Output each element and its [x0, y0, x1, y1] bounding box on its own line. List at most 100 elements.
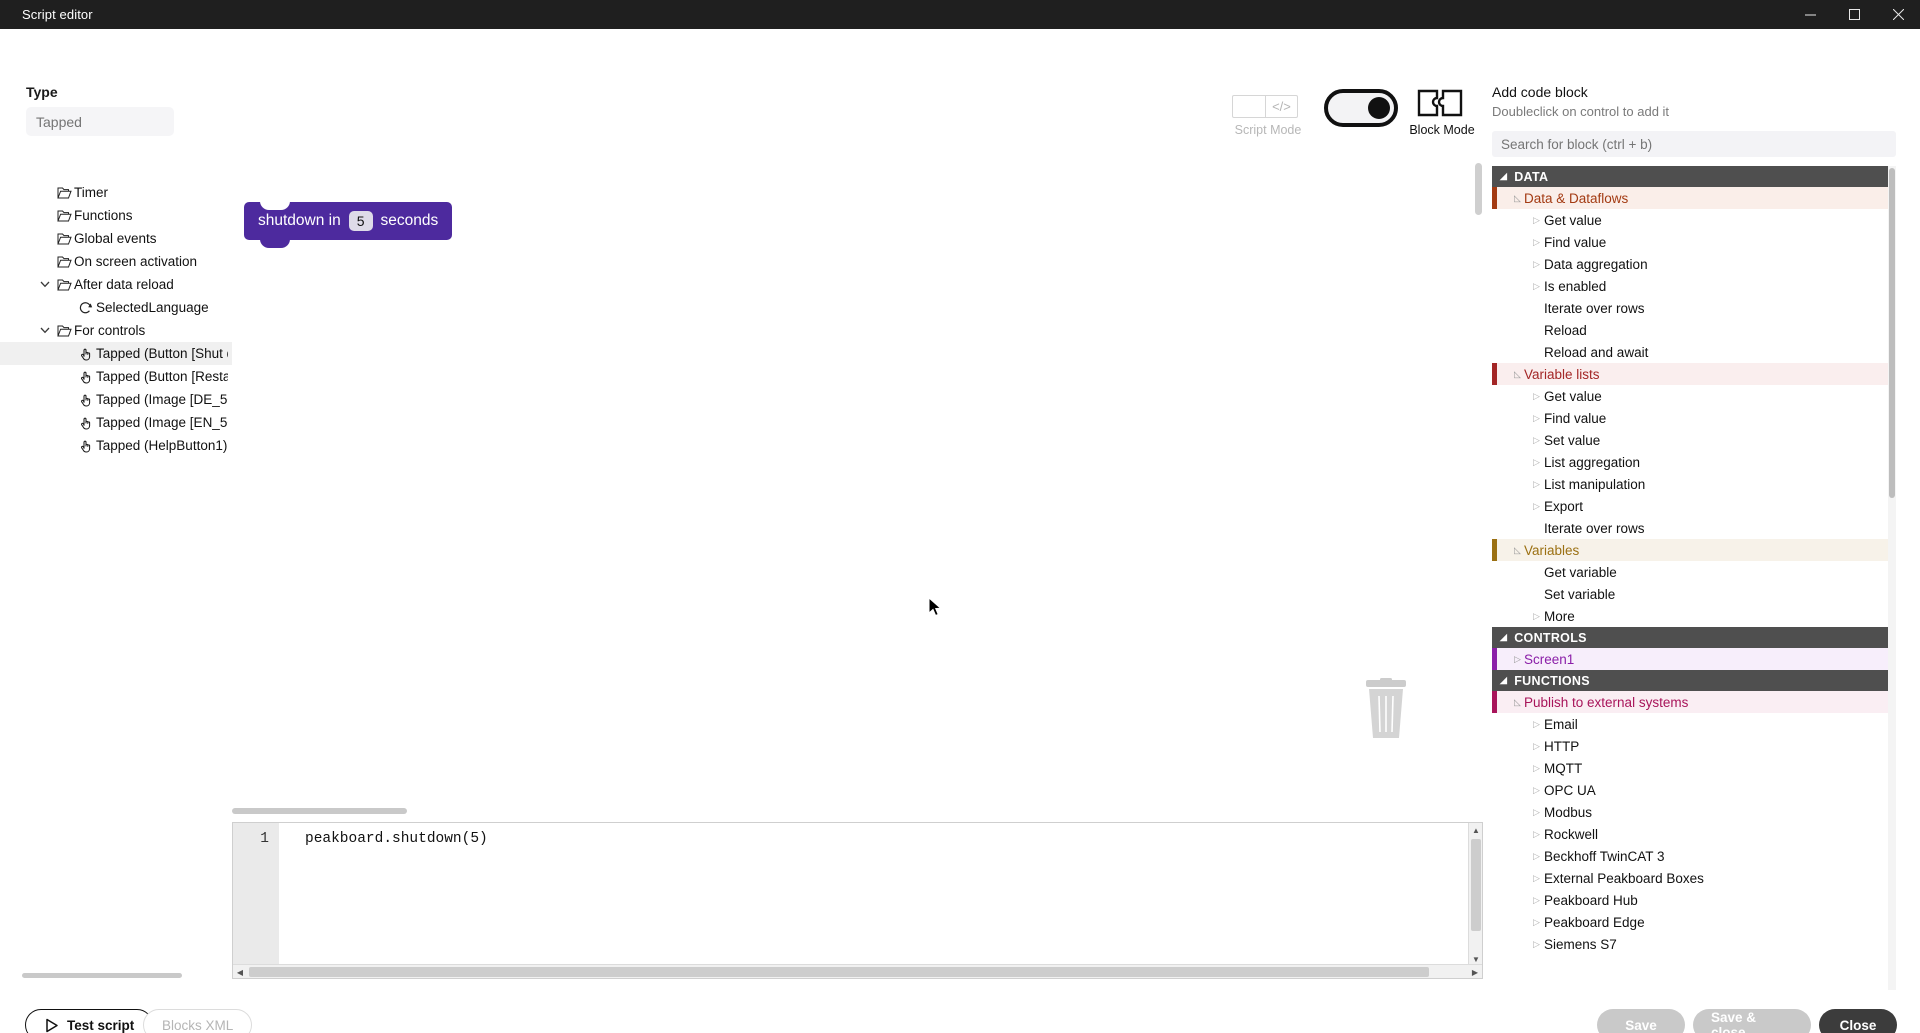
tree-horizontal-scrollbar[interactable]: [22, 973, 212, 981]
expand-arrow-icon[interactable]: ▷: [1533, 501, 1540, 512]
expand-arrow-icon[interactable]: ▷: [1533, 785, 1540, 796]
block-category[interactable]: ▷ Screen1: [1492, 648, 1896, 670]
trash-icon[interactable]: [1362, 678, 1410, 740]
block-item[interactable]: Get variable: [1492, 561, 1896, 583]
expand-arrow-icon[interactable]: ▷: [1533, 719, 1540, 730]
block-item[interactable]: Reload: [1492, 319, 1896, 341]
tree-item[interactable]: Tapped (Image [DE_50p: [0, 388, 232, 411]
expand-arrow-icon[interactable]: ▷: [1533, 435, 1540, 446]
expand-arrow-icon[interactable]: ▷: [1533, 413, 1540, 424]
block-item[interactable]: ▷ Peakboard Edge: [1492, 911, 1896, 933]
chevron-down-icon[interactable]: [40, 327, 50, 334]
expand-arrow-icon[interactable]: ▷: [1533, 895, 1540, 906]
block-item[interactable]: ▷ HTTP: [1492, 735, 1896, 757]
code-vscroll-thumb[interactable]: [1471, 839, 1481, 931]
expand-arrow-icon[interactable]: ▷: [1533, 281, 1540, 292]
expand-arrow-icon[interactable]: ▷: [1533, 611, 1540, 622]
expand-triangle-icon[interactable]: ◺: [1514, 193, 1521, 204]
close-button[interactable]: [1876, 0, 1920, 29]
block-item[interactable]: ▷ Is enabled: [1492, 275, 1896, 297]
tree-item[interactable]: Global events: [0, 227, 232, 250]
expand-triangle-icon[interactable]: ◺: [1514, 369, 1521, 380]
expand-arrow-icon[interactable]: ▷: [1533, 215, 1540, 226]
save-button[interactable]: Save: [1597, 1009, 1685, 1033]
block-search-input[interactable]: [1492, 131, 1896, 157]
expand-arrow-icon[interactable]: ▷: [1533, 259, 1540, 270]
block-item[interactable]: Set variable: [1492, 583, 1896, 605]
tree-item[interactable]: For controls: [0, 319, 232, 342]
block-item[interactable]: ▷ Modbus: [1492, 801, 1896, 823]
tree-hscroll-thumb[interactable]: [22, 973, 182, 978]
block-item[interactable]: ▷ Find value: [1492, 407, 1896, 429]
block-item[interactable]: ▷ Email: [1492, 713, 1896, 735]
tree-item[interactable]: On screen activation: [0, 250, 232, 273]
close-dialog-button[interactable]: Close: [1819, 1009, 1897, 1033]
code-line[interactable]: 1 peakboard.shutdown(5): [233, 829, 1482, 848]
tree-item[interactable]: Tapped (Button [Restart: [0, 365, 232, 388]
expand-triangle-icon[interactable]: ◺: [1514, 545, 1521, 556]
block-item[interactable]: ▷ Export: [1492, 495, 1896, 517]
minimize-button[interactable]: [1788, 0, 1832, 29]
expand-arrow-icon[interactable]: ▷: [1514, 654, 1521, 665]
block-item[interactable]: ▷ Find value: [1492, 231, 1896, 253]
canvas-vertical-scrollbar[interactable]: [1474, 159, 1483, 811]
block-item[interactable]: ▷ Peakboard Hub: [1492, 889, 1896, 911]
block-list-scroll-thumb[interactable]: [1889, 168, 1895, 498]
code-brackets-icon[interactable]: </>: [1232, 95, 1298, 118]
shutdown-block[interactable]: shutdown in 5 seconds: [244, 201, 453, 248]
expand-arrow-icon[interactable]: ▷: [1533, 939, 1540, 950]
tree-item[interactable]: After data reload: [0, 273, 232, 296]
expand-arrow-icon[interactable]: ▷: [1533, 391, 1540, 402]
canvas-horizontal-scrollbar[interactable]: [232, 806, 1483, 816]
tree-item[interactable]: Tapped (Button [Shut do: [0, 342, 232, 365]
scroll-up-icon[interactable]: ▲: [1469, 823, 1483, 837]
block-item[interactable]: ▷ List aggregation: [1492, 451, 1896, 473]
maximize-button[interactable]: [1832, 0, 1876, 29]
chevron-down-icon[interactable]: [36, 273, 54, 296]
scroll-right-icon[interactable]: ▶: [1468, 965, 1482, 979]
tree-item[interactable]: SelectedLanguage: [0, 296, 232, 319]
expand-triangle-icon[interactable]: ◺: [1514, 697, 1521, 708]
block-item[interactable]: ▷ External Peakboard Boxes: [1492, 867, 1896, 889]
block-item[interactable]: ▷ Siemens S7: [1492, 933, 1896, 955]
block-item[interactable]: ▷ Get value: [1492, 209, 1896, 231]
blocks-xml-button[interactable]: Blocks XML: [143, 1009, 253, 1033]
block-list-scrollbar[interactable]: [1888, 166, 1896, 990]
block-group-header[interactable]: ◢ FUNCTIONS: [1492, 670, 1896, 691]
canvas-hscroll-thumb[interactable]: [232, 808, 407, 814]
mode-toggle[interactable]: [1324, 89, 1398, 127]
scroll-left-icon[interactable]: ◀: [233, 965, 247, 979]
block-category[interactable]: ◺ Data & Dataflows: [1492, 187, 1896, 209]
block-item[interactable]: ▷ MQTT: [1492, 757, 1896, 779]
expand-arrow-icon[interactable]: ▷: [1533, 763, 1540, 774]
block-canvas[interactable]: shutdown in 5 seconds: [232, 159, 1483, 811]
expand-arrow-icon[interactable]: ▷: [1533, 807, 1540, 818]
puzzle-pieces-icon[interactable]: [1417, 89, 1463, 119]
code-hscroll-thumb[interactable]: [249, 967, 1429, 977]
tree-item[interactable]: Tapped (Image [EN_50p: [0, 411, 232, 434]
block-item[interactable]: ▷ More: [1492, 605, 1896, 627]
block-seconds-field[interactable]: 5: [348, 211, 373, 231]
block-item[interactable]: Reload and await: [1492, 341, 1896, 363]
save-and-close-button[interactable]: Save & close: [1693, 1009, 1811, 1033]
block-group-header[interactable]: ◢ CONTROLS: [1492, 627, 1896, 648]
expand-arrow-icon[interactable]: ▷: [1533, 457, 1540, 468]
expand-arrow-icon[interactable]: ▷: [1533, 829, 1540, 840]
block-item[interactable]: ▷ Rockwell: [1492, 823, 1896, 845]
chevron-down-icon[interactable]: [40, 281, 50, 288]
expand-arrow-icon[interactable]: ▷: [1533, 479, 1540, 490]
code-horizontal-scrollbar[interactable]: ◀ ▶: [233, 964, 1482, 978]
code-lines[interactable]: 1 peakboard.shutdown(5): [233, 829, 1482, 848]
block-item[interactable]: ▷ Data aggregation: [1492, 253, 1896, 275]
expand-arrow-icon[interactable]: ▷: [1533, 917, 1540, 928]
tree-item[interactable]: Timer: [0, 181, 232, 204]
type-input[interactable]: [26, 107, 174, 136]
block-item[interactable]: ▷ List manipulation: [1492, 473, 1896, 495]
canvas-vscroll-thumb[interactable]: [1475, 163, 1482, 215]
block-item[interactable]: ▷ OPC UA: [1492, 779, 1896, 801]
block-group-header[interactable]: ◢ DATA: [1492, 166, 1896, 187]
block-category[interactable]: ◺ Variables: [1492, 539, 1896, 561]
code-editor[interactable]: 1 peakboard.shutdown(5) ▲ ▼ ◀ ▶: [232, 822, 1483, 979]
block-item[interactable]: Iterate over rows: [1492, 517, 1896, 539]
test-script-button[interactable]: Test script: [25, 1009, 154, 1033]
